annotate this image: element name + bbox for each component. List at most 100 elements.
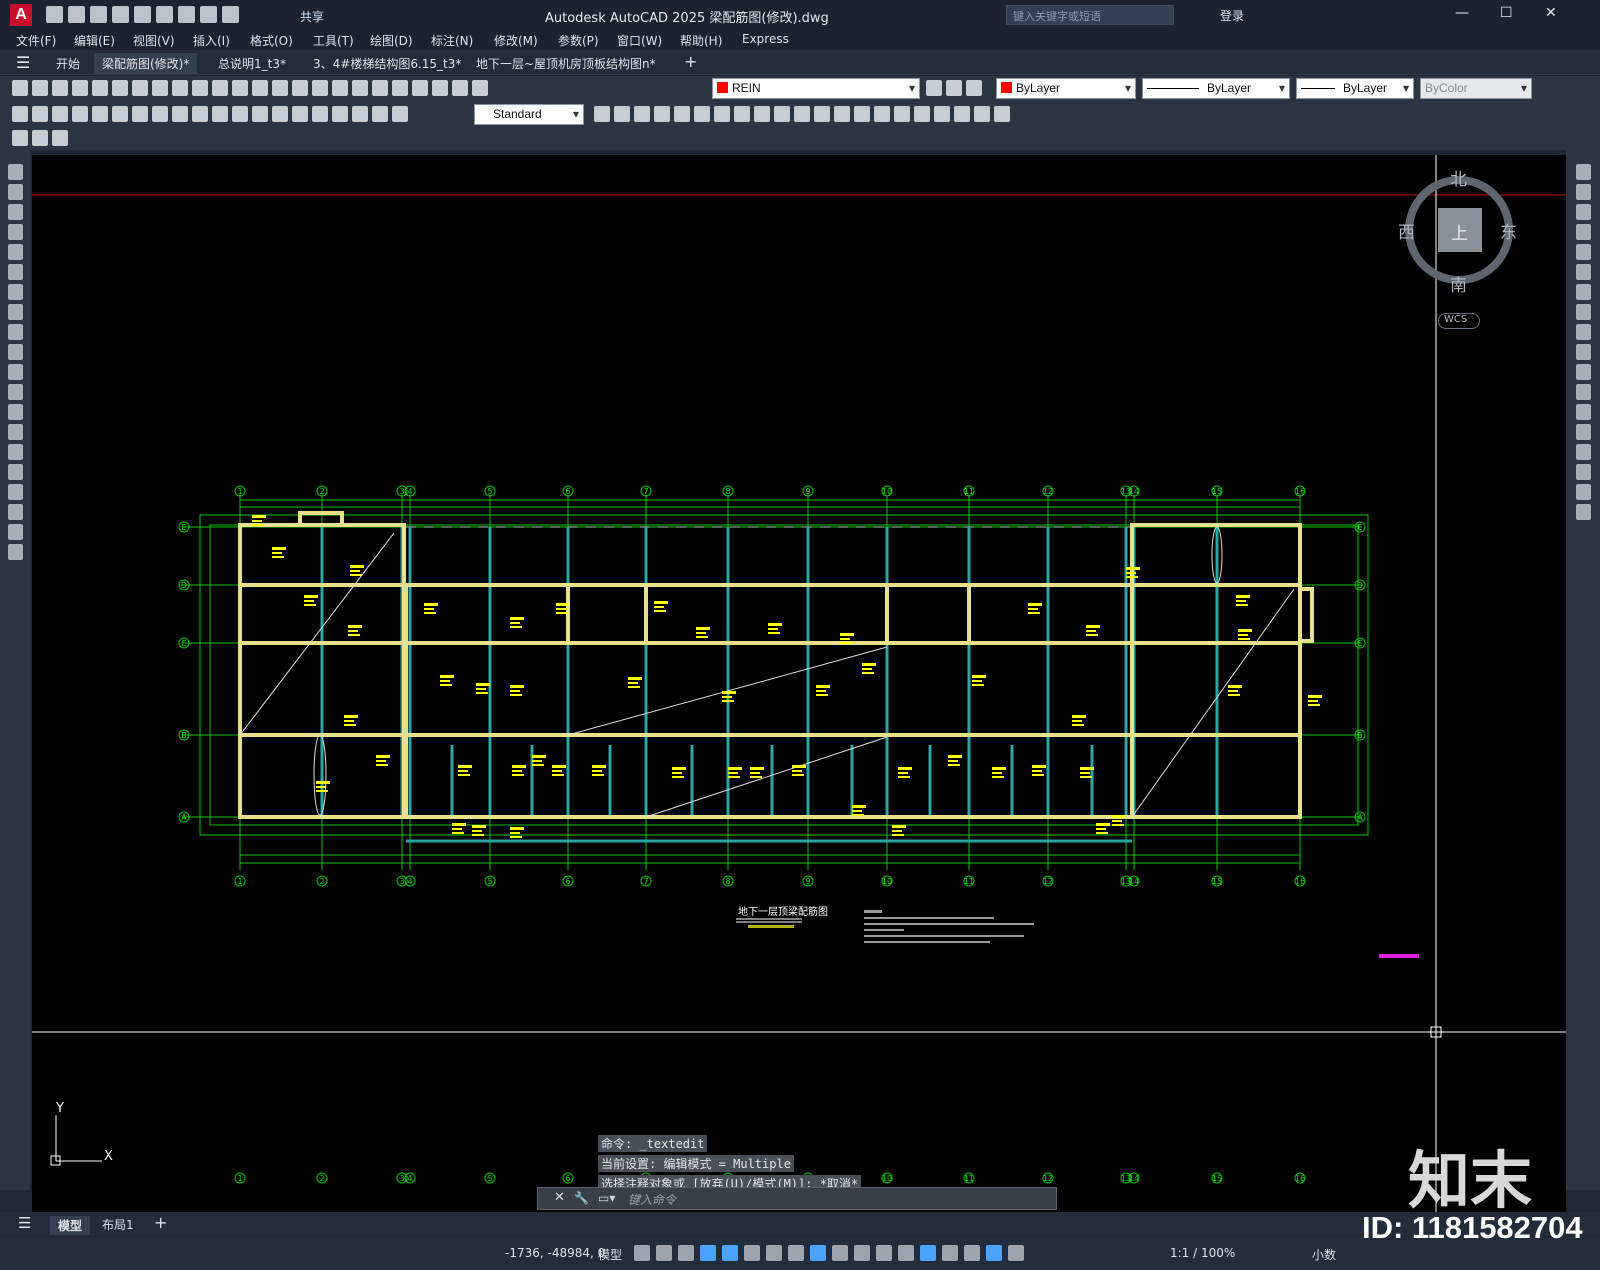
image-icon[interactable]: [32, 130, 48, 146]
help-icon[interactable]: [452, 80, 468, 96]
dynamic-ucs-icon[interactable]: [920, 1245, 936, 1261]
insert-block-icon[interactable]: [8, 384, 23, 400]
menu-draw[interactable]: 绘图(D): [370, 32, 413, 49]
make-block-icon[interactable]: [8, 404, 23, 420]
menu-modify[interactable]: 修改(M): [494, 32, 538, 49]
new-tab-icon[interactable]: +: [676, 50, 705, 71]
lineweight-dropdown[interactable]: ByLayer ▾: [1296, 78, 1414, 99]
annotation-scale[interactable]: 1:1 / 100%: [1170, 1246, 1235, 1260]
save-web-icon[interactable]: [156, 6, 173, 23]
quick-dim-icon[interactable]: [172, 106, 188, 122]
undo-icon[interactable]: [232, 80, 248, 96]
intersect-icon[interactable]: [674, 106, 690, 122]
line-icon[interactable]: [8, 164, 23, 180]
menu-format[interactable]: 格式(O): [250, 32, 293, 49]
gradient-icon[interactable]: [8, 464, 23, 480]
layers-icon[interactable]: [52, 130, 68, 146]
break-point-icon[interactable]: [1576, 384, 1591, 400]
viewcube-west[interactable]: 西: [1398, 218, 1415, 243]
minimize-icon[interactable]: —: [1455, 5, 1469, 21]
dim-break-icon[interactable]: [252, 106, 268, 122]
region-icon[interactable]: [8, 484, 23, 500]
search-input[interactable]: 键入关键字或短语: [1006, 5, 1174, 25]
chamfer-edge-icon[interactable]: [834, 106, 850, 122]
check-icon[interactable]: [954, 106, 970, 122]
circle-icon[interactable]: [8, 284, 23, 300]
copy-face-icon[interactable]: [974, 106, 990, 122]
jogged-linear-icon[interactable]: [332, 106, 348, 122]
revolve-icon[interactable]: [714, 106, 730, 122]
viewcube-north[interactable]: 北: [1450, 165, 1467, 190]
spline-icon[interactable]: [8, 324, 23, 340]
polyline-icon[interactable]: [8, 204, 23, 220]
dim-baseline-icon[interactable]: [192, 106, 208, 122]
break-icon[interactable]: [1576, 404, 1591, 420]
join-icon[interactable]: [1576, 424, 1591, 440]
menu-icon[interactable]: ☰: [16, 53, 30, 72]
scale-icon[interactable]: [1576, 304, 1591, 320]
units-button[interactable]: 小数: [1312, 1246, 1336, 1263]
multiline-text-icon[interactable]: [8, 524, 23, 540]
object-snap-icon[interactable]: [810, 1245, 826, 1261]
preview-icon[interactable]: [92, 80, 108, 96]
color-dropdown[interactable]: ByLayer ▾: [996, 78, 1136, 99]
layer-dropdown[interactable]: REIN ▾: [712, 78, 920, 99]
dim-aligned-icon[interactable]: [32, 106, 48, 122]
command-input[interactable]: 键入命令: [628, 1191, 676, 1208]
dim-update-icon[interactable]: [392, 106, 408, 122]
blend-icon[interactable]: [1576, 484, 1591, 500]
polygon-icon[interactable]: [8, 224, 23, 240]
clean-icon[interactable]: [934, 106, 950, 122]
union-icon[interactable]: [634, 106, 650, 122]
plot-icon[interactable]: [178, 6, 195, 23]
close-icon[interactable]: ✕: [1545, 5, 1557, 21]
model-space-button[interactable]: 模型: [598, 1246, 622, 1263]
color-face-icon[interactable]: [994, 106, 1010, 122]
add-layout-icon[interactable]: +: [154, 1213, 167, 1232]
separate-icon[interactable]: [914, 106, 930, 122]
open-file-icon[interactable]: [68, 6, 85, 23]
publish-icon[interactable]: [112, 80, 128, 96]
menu-parametric[interactable]: 参数(P): [558, 32, 599, 49]
erase-icon[interactable]: [1576, 164, 1591, 180]
gizmo-icon[interactable]: [964, 1245, 980, 1261]
isodraft-icon[interactable]: [766, 1245, 782, 1261]
viewcube[interactable]: 北 南 东 西 上: [1398, 165, 1544, 325]
markup-icon[interactable]: [412, 80, 428, 96]
object-snap-tracking-icon[interactable]: [788, 1245, 804, 1261]
selection-filter-icon[interactable]: [942, 1245, 958, 1261]
box-icon[interactable]: [614, 106, 630, 122]
dim-arc-icon[interactable]: [52, 106, 68, 122]
inspect-icon[interactable]: [312, 106, 328, 122]
center-mark-icon[interactable]: [292, 106, 308, 122]
chamfer-icon[interactable]: [1576, 444, 1591, 460]
fillet-edge-icon[interactable]: [814, 106, 830, 122]
stretch-icon[interactable]: [1576, 324, 1591, 340]
presspull-icon[interactable]: [774, 106, 790, 122]
menu-insert[interactable]: 插入(I): [193, 32, 230, 49]
maximize-icon[interactable]: ☐: [1500, 5, 1513, 21]
calculator-icon[interactable]: [432, 80, 448, 96]
text-edit-icon[interactable]: [12, 130, 28, 146]
lineweight-icon[interactable]: [832, 1245, 848, 1261]
extrude-icon[interactable]: [694, 106, 710, 122]
tab-start[interactable]: 开始: [48, 53, 88, 74]
new-file-icon[interactable]: [46, 6, 63, 23]
menu-dimension[interactable]: 标注(N): [431, 32, 473, 49]
hatch-icon[interactable]: [8, 444, 23, 460]
autocad-logo-icon[interactable]: A: [10, 4, 32, 26]
open-icon[interactable]: [32, 80, 48, 96]
menu-help[interactable]: 帮助(H): [680, 32, 722, 49]
transparency-icon[interactable]: [854, 1245, 870, 1261]
copy-object-icon[interactable]: [1576, 184, 1591, 200]
dynamic-input-icon[interactable]: [700, 1245, 716, 1261]
construction-line-icon[interactable]: [8, 184, 23, 200]
rectangle-icon[interactable]: [8, 244, 23, 260]
dim-edit-icon[interactable]: [352, 106, 368, 122]
imprint-icon[interactable]: [894, 106, 910, 122]
viewcube-top-face[interactable]: 上: [1451, 219, 1468, 244]
rotate-icon[interactable]: [1576, 284, 1591, 300]
ellipse-arc-icon[interactable]: [8, 364, 23, 380]
menu-file[interactable]: 文件(F): [16, 32, 56, 49]
dim-jogged-icon[interactable]: [112, 106, 128, 122]
